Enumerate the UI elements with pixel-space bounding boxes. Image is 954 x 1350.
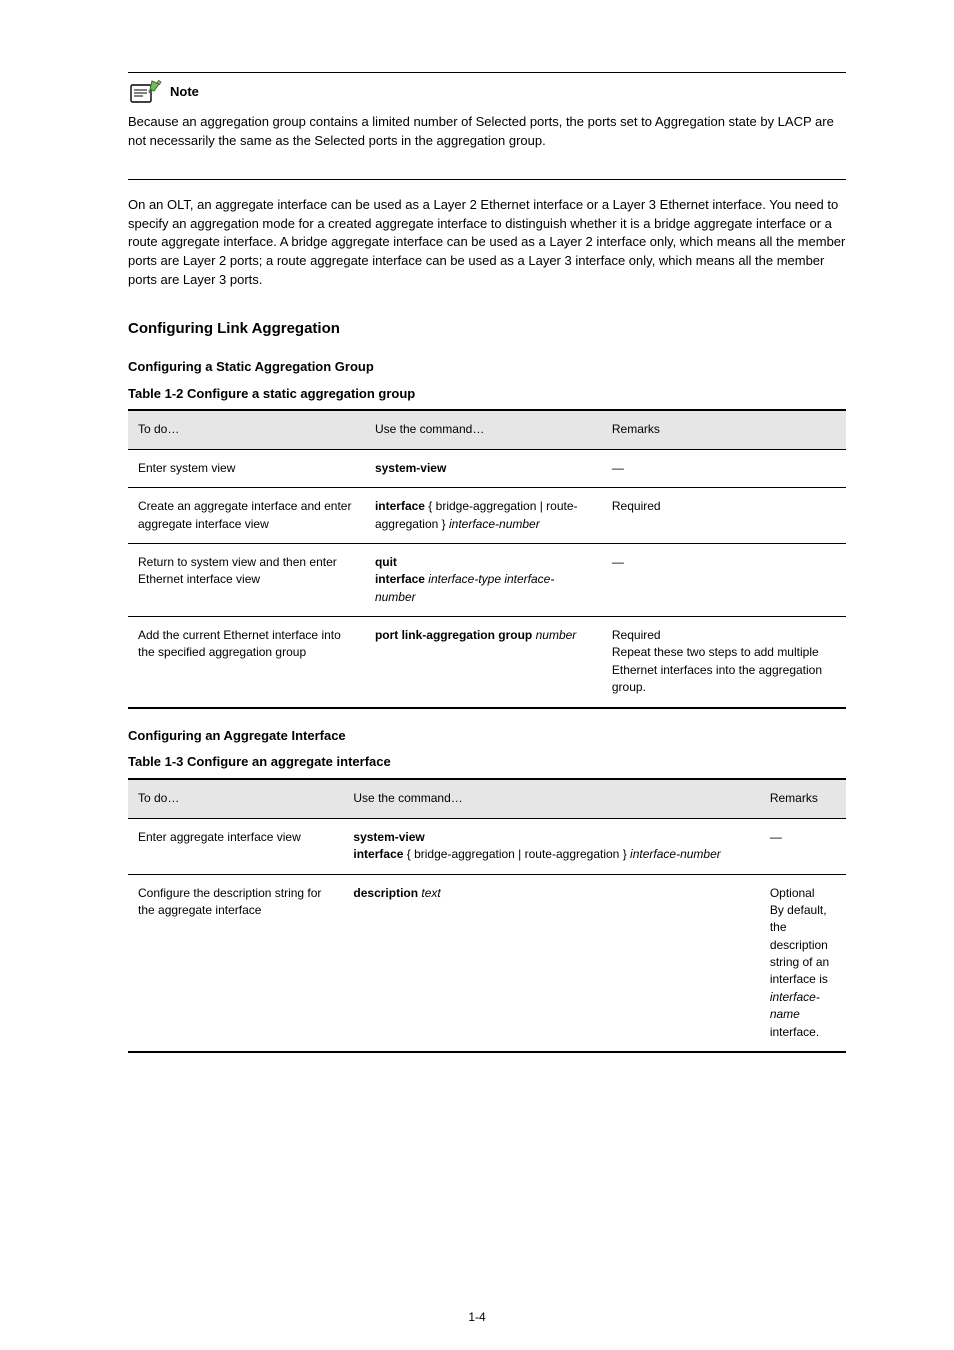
arg: interface-number: [449, 517, 540, 531]
cmd: system-view: [353, 830, 424, 844]
cmd: port link-aggregation group: [375, 628, 536, 642]
cell: —: [602, 449, 846, 487]
text: By default, the description string of an…: [770, 902, 836, 1041]
cell: —: [760, 818, 846, 874]
content-top-rule: [128, 72, 846, 73]
text: Repeat these two steps to add multiple E…: [612, 644, 836, 696]
table-2-caption: Table 1-3 Configure an aggregate interfa…: [128, 753, 846, 772]
arg: interface-name: [770, 990, 820, 1021]
table-1-h1: Use the command…: [365, 410, 602, 449]
cell: quit interface interface-type interface-…: [365, 543, 602, 616]
note-body: Because an aggregation group contains a …: [128, 111, 846, 161]
table-row: Return to system view and then enter Eth…: [128, 543, 846, 616]
table-1-h0: To do…: [128, 410, 365, 449]
table-2: To do… Use the command… Remarks Enter ag…: [128, 778, 846, 1053]
body-paragraph: On an OLT, an aggregate interface can be…: [128, 196, 846, 290]
text: Required: [612, 627, 836, 644]
cell: interface { bridge-aggregation | route-a…: [365, 488, 602, 544]
page-number: 1-4: [0, 1309, 954, 1326]
table-row: Add the current Ethernet interface into …: [128, 617, 846, 708]
table-2-header-row: To do… Use the command… Remarks: [128, 779, 846, 818]
cell: Required Repeat these two steps to add m…: [602, 617, 846, 708]
table-2-h0: To do…: [128, 779, 343, 818]
table-row: Enter system view system-view —: [128, 449, 846, 487]
cell: system-view interface { bridge-aggregati…: [343, 818, 759, 874]
table-1-header-row: To do… Use the command… Remarks: [128, 410, 846, 449]
note-icon: [128, 79, 162, 105]
table-1: To do… Use the command… Remarks Enter sy…: [128, 409, 846, 708]
cell: Enter system view: [128, 449, 365, 487]
cell: Create an aggregate interface and enter …: [128, 488, 365, 544]
cell: Configure the description string for the…: [128, 874, 343, 1052]
cell: Add the current Ethernet interface into …: [128, 617, 365, 708]
cmd: description: [353, 886, 421, 900]
table-1-caption: Table 1-2 Configure a static aggregation…: [128, 385, 846, 404]
page: Note Because an aggregation group contai…: [0, 0, 954, 1350]
subsection-title-1: Configuring a Static Aggregation Group: [128, 358, 846, 377]
cmd: interface: [353, 847, 403, 861]
table-row: Enter aggregate interface view system-vi…: [128, 818, 846, 874]
note-block: Note Because an aggregation group contai…: [128, 79, 846, 161]
note-bottom-rule: [128, 179, 846, 180]
arg: number: [536, 628, 577, 642]
cmd: system-view: [375, 461, 446, 475]
cell: port link-aggregation group number: [365, 617, 602, 708]
arg: text: [421, 886, 440, 900]
text: { bridge-aggregation | route-aggregation…: [403, 847, 630, 861]
cmd: quit: [375, 555, 397, 569]
table-2-h1: Use the command…: [343, 779, 759, 818]
cell: Optional By default, the description str…: [760, 874, 846, 1052]
table-1-h2: Remarks: [602, 410, 846, 449]
cell: Return to system view and then enter Eth…: [128, 543, 365, 616]
table-row: Create an aggregate interface and enter …: [128, 488, 846, 544]
section-title: Configuring Link Aggregation: [128, 318, 846, 340]
cmd: interface: [375, 499, 425, 513]
cell: —: [602, 543, 846, 616]
table-2-h2: Remarks: [760, 779, 846, 818]
subsection-title-2: Configuring an Aggregate Interface: [128, 727, 846, 746]
cell: Required: [602, 488, 846, 544]
cell: system-view: [365, 449, 602, 487]
text: Optional: [770, 885, 836, 902]
cmd: interface: [375, 572, 428, 586]
arg: interface-number: [630, 847, 721, 861]
cell: Enter aggregate interface view: [128, 818, 343, 874]
cell: description text: [343, 874, 759, 1052]
note-heading: Note: [128, 79, 846, 111]
note-label: Note: [170, 83, 199, 102]
table-row: Configure the description string for the…: [128, 874, 846, 1052]
